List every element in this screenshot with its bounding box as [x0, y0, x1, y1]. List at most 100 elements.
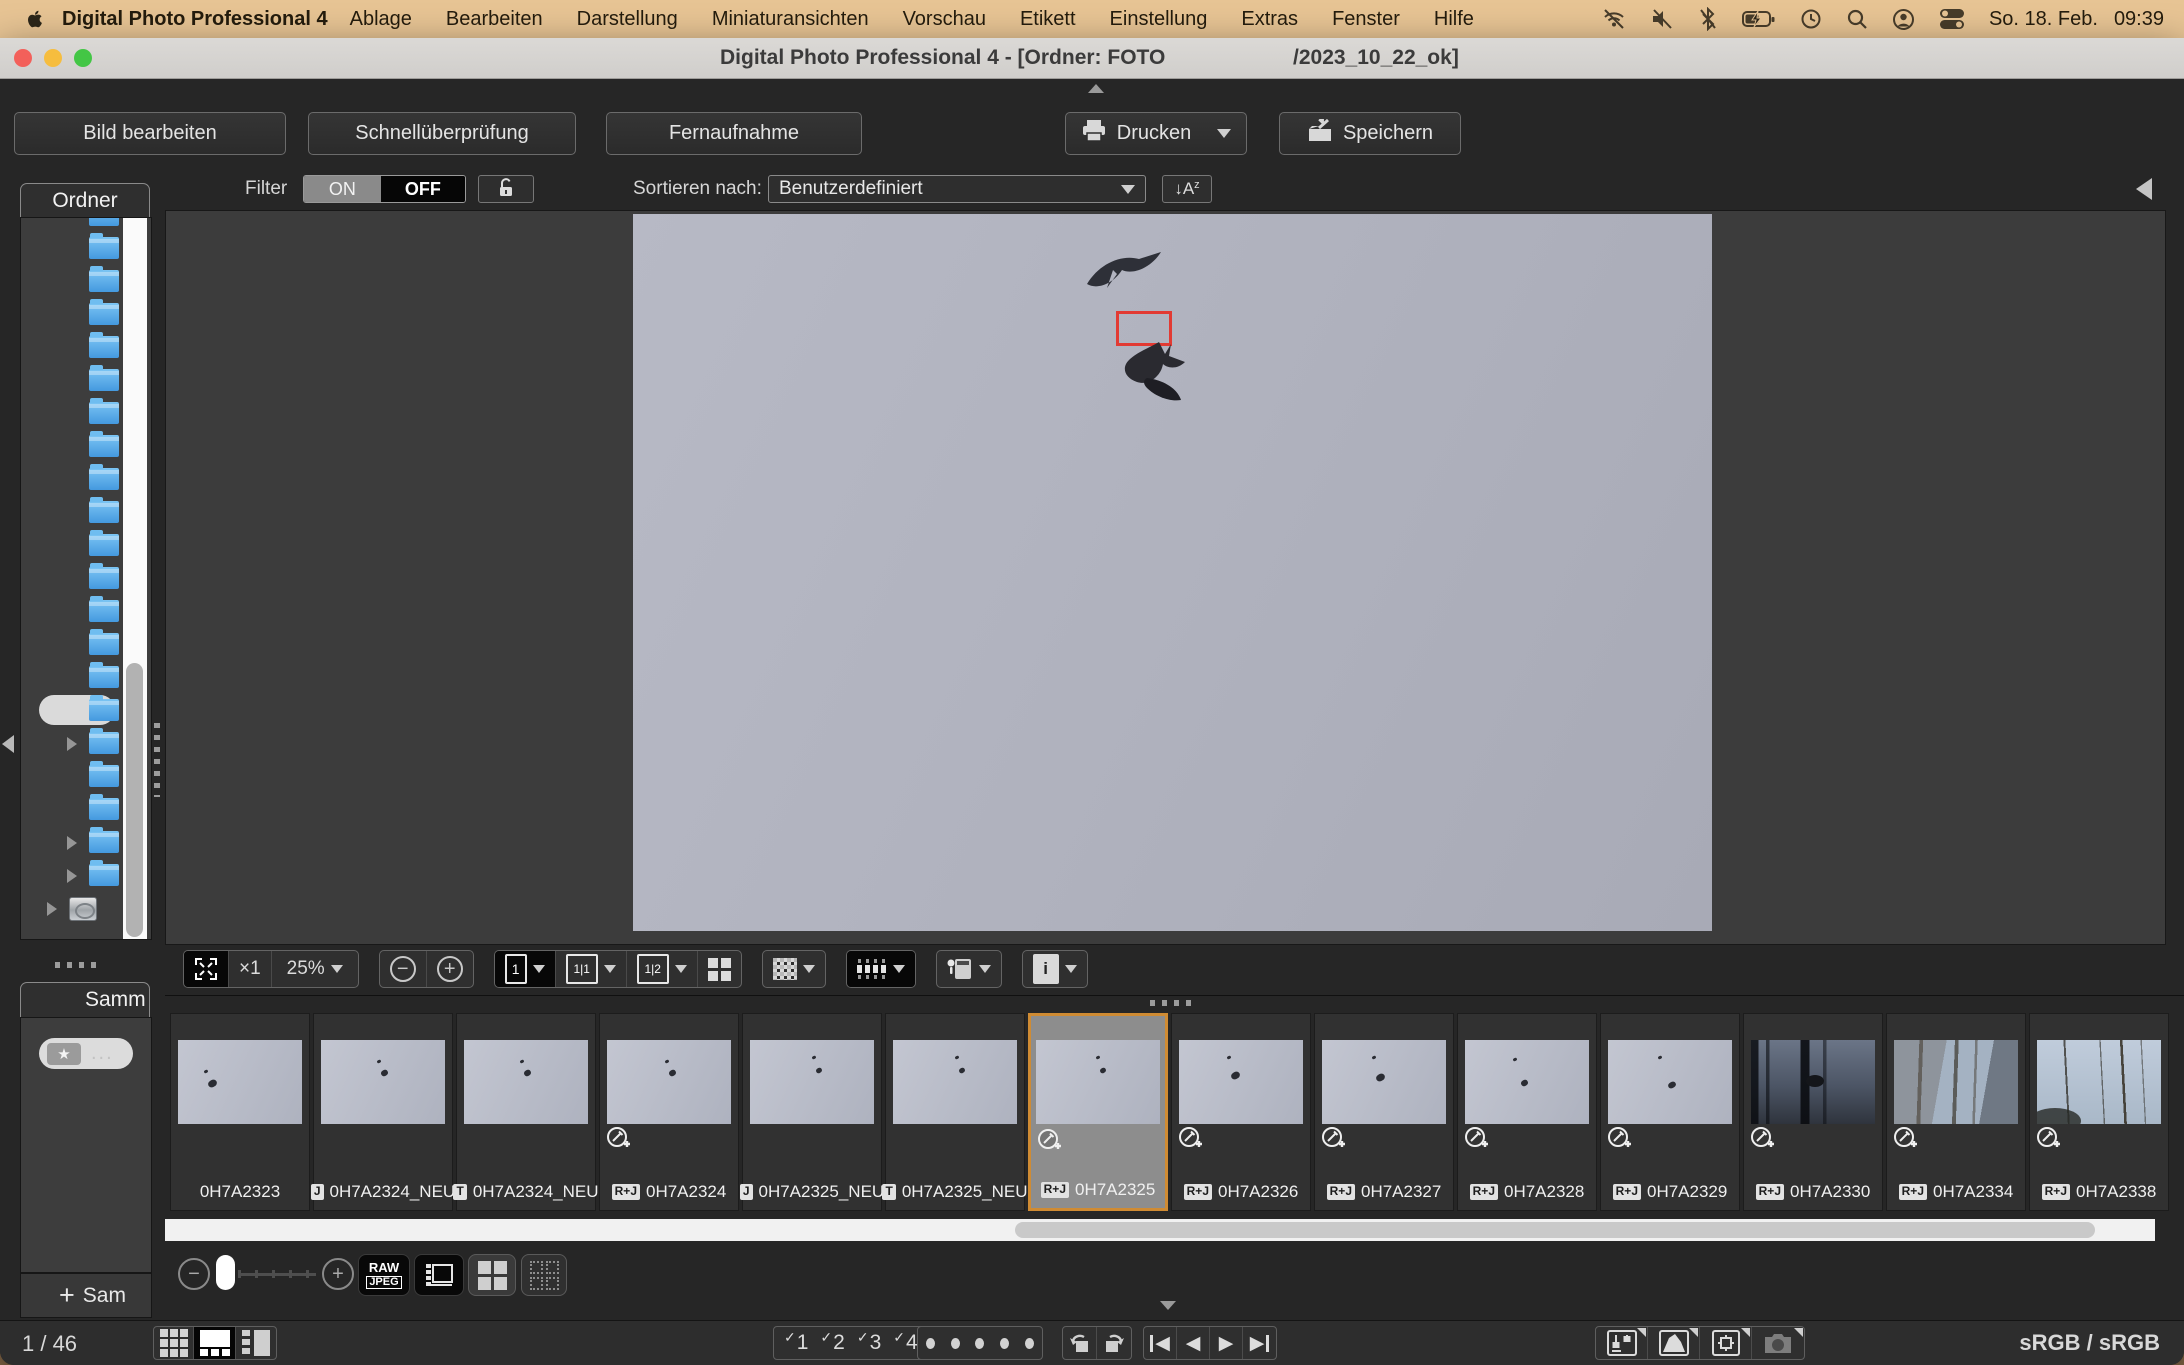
menu-item-einstellung[interactable]: Einstellung	[1110, 8, 1208, 31]
filmstrip-thumbnail[interactable]: 0H7A2323	[170, 1013, 310, 1211]
zoom-in-button[interactable]: +	[427, 951, 473, 987]
folder-scrollbar-track[interactable]	[123, 218, 147, 939]
mark-display-button[interactable]	[937, 951, 1001, 987]
print-button[interactable]: Drucken	[1065, 112, 1247, 155]
zoom-out-button[interactable]: −	[380, 951, 427, 987]
remote-shooting-button[interactable]: Fernaufnahme	[606, 112, 862, 155]
filmstrip-thumbnail[interactable]: R+J0H7A2326	[1171, 1013, 1311, 1211]
quick-check-button[interactable]: Schnellüberprüfung	[308, 112, 576, 155]
collapse-right-panel-arrow[interactable]	[2136, 178, 2152, 200]
grid-view-button[interactable]	[154, 1327, 194, 1359]
filmstrip-thumbnail[interactable]: R+J0H7A2329	[1600, 1013, 1740, 1211]
chevron-right-icon[interactable]	[67, 869, 77, 883]
rotate-left-button[interactable]	[1063, 1327, 1097, 1359]
volume-muted-icon[interactable]	[1650, 7, 1674, 31]
filmstrip-thumbnail[interactable]: T0H7A2325_NEU	[885, 1013, 1025, 1211]
check-mark-2-button[interactable]: ✓2	[814, 1331, 850, 1355]
chevron-right-icon[interactable]	[47, 902, 57, 916]
filter-lock-button[interactable]	[478, 175, 534, 203]
print-dropdown-caret[interactable]	[1217, 129, 1231, 138]
menu-item-bearbeiten[interactable]: Bearbeiten	[446, 8, 543, 31]
spotlight-search-icon[interactable]	[1846, 8, 1868, 30]
collapse-left-panel-arrow[interactable]	[2, 735, 14, 753]
rating-dot-2[interactable]	[951, 1338, 960, 1349]
filmstrip-thumbnail[interactable]: R+J0H7A2328	[1457, 1013, 1597, 1211]
fit-to-window-button[interactable]	[184, 951, 229, 987]
folder-scrollbar-thumb[interactable]	[126, 663, 143, 937]
zoom-level-select[interactable]: 25%	[272, 951, 358, 987]
check-mark-1-button[interactable]: ✓1	[778, 1331, 814, 1355]
wifi-off-icon[interactable]	[1602, 7, 1626, 31]
thumb-size-slider-handle[interactable]	[216, 1255, 235, 1290]
filmstrip-thumbnail[interactable]: R+J0H7A2330	[1743, 1013, 1883, 1211]
grid-layout-alt-button[interactable]	[521, 1254, 567, 1296]
menu-item-hilfe[interactable]: Hilfe	[1434, 8, 1474, 31]
filmstrip-thumbnail[interactable]: J0H7A2325_NEU	[742, 1013, 882, 1211]
filter-on-button[interactable]: ON	[304, 176, 381, 202]
rating-dot-1[interactable]	[926, 1338, 935, 1349]
raw-jpeg-toggle-button[interactable]: RAW JPEG	[358, 1254, 410, 1296]
sort-az-button[interactable]: ↓Az	[1162, 175, 1212, 203]
filmstrip-thumbnail[interactable]: R+J0H7A2338	[2029, 1013, 2169, 1211]
rating-dot-4[interactable]	[1000, 1338, 1009, 1349]
menu-clock[interactable]: So. 18. Feb. 09:39	[1989, 8, 2164, 31]
menu-item-ablage[interactable]: Ablage	[350, 8, 412, 31]
user-account-icon[interactable]	[1892, 8, 1915, 31]
grid-layout-button[interactable]	[468, 1254, 516, 1296]
tab-folders[interactable]: Ordner	[20, 183, 150, 218]
menu-item-miniaturansichten[interactable]: Miniaturansichten	[712, 8, 869, 31]
single-preview-button[interactable]: 1	[495, 951, 556, 987]
collapse-filmstrip-arrow[interactable]	[1160, 1301, 1176, 1310]
thumb-smaller-button[interactable]: −	[178, 1258, 210, 1290]
menu-item-darstellung[interactable]: Darstellung	[577, 8, 678, 31]
sort-select[interactable]: Benutzerdefiniert	[768, 175, 1146, 203]
thumbnail-grid-button[interactable]	[763, 951, 825, 987]
filmstrip-thumbnail[interactable]: J0H7A2324_NEU	[313, 1013, 453, 1211]
sidebar-splitter-grip[interactable]	[154, 723, 160, 797]
tab-collection[interactable]: Samm	[20, 982, 150, 1017]
apple-menu-icon[interactable]	[24, 7, 46, 31]
info-button[interactable]: i	[1023, 951, 1087, 987]
thumb-with-info-button[interactable]	[414, 1254, 464, 1296]
rating-dot-3[interactable]	[975, 1338, 984, 1349]
last-image-button[interactable]: ▶	[1243, 1327, 1276, 1359]
menu-item-extras[interactable]: Extras	[1241, 8, 1298, 31]
filmstrip-thumbnail-selected[interactable]: R+J0H7A2325	[1028, 1013, 1168, 1211]
histogram-button[interactable]	[1648, 1327, 1700, 1359]
panel-divider-grip[interactable]	[55, 962, 101, 968]
first-image-button[interactable]: ◀	[1144, 1327, 1177, 1359]
edit-image-button[interactable]: Bild bearbeiten	[14, 112, 286, 155]
chevron-right-icon[interactable]	[67, 737, 77, 751]
save-button[interactable]: Speichern	[1279, 112, 1461, 155]
filmstrip-scrollbar-track[interactable]	[165, 1219, 2155, 1241]
split-view-button[interactable]	[236, 1327, 276, 1359]
thumb-larger-button[interactable]: +	[322, 1258, 354, 1290]
thumb-size-slider-track[interactable]	[238, 1270, 316, 1278]
time-machine-icon[interactable]	[1800, 8, 1822, 30]
minimize-window-button[interactable]	[44, 49, 62, 67]
menu-item-vorschau[interactable]: Vorschau	[903, 8, 986, 31]
filmstrip-thumbnail[interactable]: R+J0H7A2327	[1314, 1013, 1454, 1211]
filmstrip-scrollbar-thumb[interactable]	[1015, 1222, 2095, 1238]
compare-1-2-button[interactable]: 1|2	[627, 951, 698, 987]
rotate-right-button[interactable]	[1097, 1327, 1131, 1359]
zoom-1to1-button[interactable]: ×1	[229, 951, 272, 987]
window-title-bar[interactable]: Digital Photo Professional 4 - [Ordner: …	[0, 38, 2184, 79]
menu-app-name[interactable]: Digital Photo Professional 4	[62, 8, 328, 31]
check-mark-3-button[interactable]: ✓3	[851, 1331, 887, 1355]
filmstrip-view-button[interactable]	[847, 951, 915, 987]
filmstrip-thumbnail[interactable]: T0H7A2324_NEU	[456, 1013, 596, 1211]
filmstrip-grip[interactable]	[1150, 1000, 1194, 1006]
af-point-button[interactable]	[1700, 1327, 1752, 1359]
rating-dot-5[interactable]	[1025, 1338, 1034, 1349]
previous-image-button[interactable]: ◀	[1177, 1327, 1210, 1359]
menu-item-fenster[interactable]: Fenster	[1332, 8, 1400, 31]
filmstrip-thumbnail[interactable]: R+J0H7A2324	[599, 1013, 739, 1211]
tool-palette-button[interactable]	[1596, 1327, 1648, 1359]
filmstrip-thumbnail[interactable]: R+J0H7A2334	[1886, 1013, 2026, 1211]
main-photo[interactable]	[633, 214, 1712, 931]
control-center-icon[interactable]	[1939, 8, 1965, 30]
preview-filmstrip-view-button[interactable]	[194, 1327, 236, 1359]
next-image-button[interactable]: ▶	[1210, 1327, 1243, 1359]
multi-layout-button[interactable]	[698, 951, 741, 987]
